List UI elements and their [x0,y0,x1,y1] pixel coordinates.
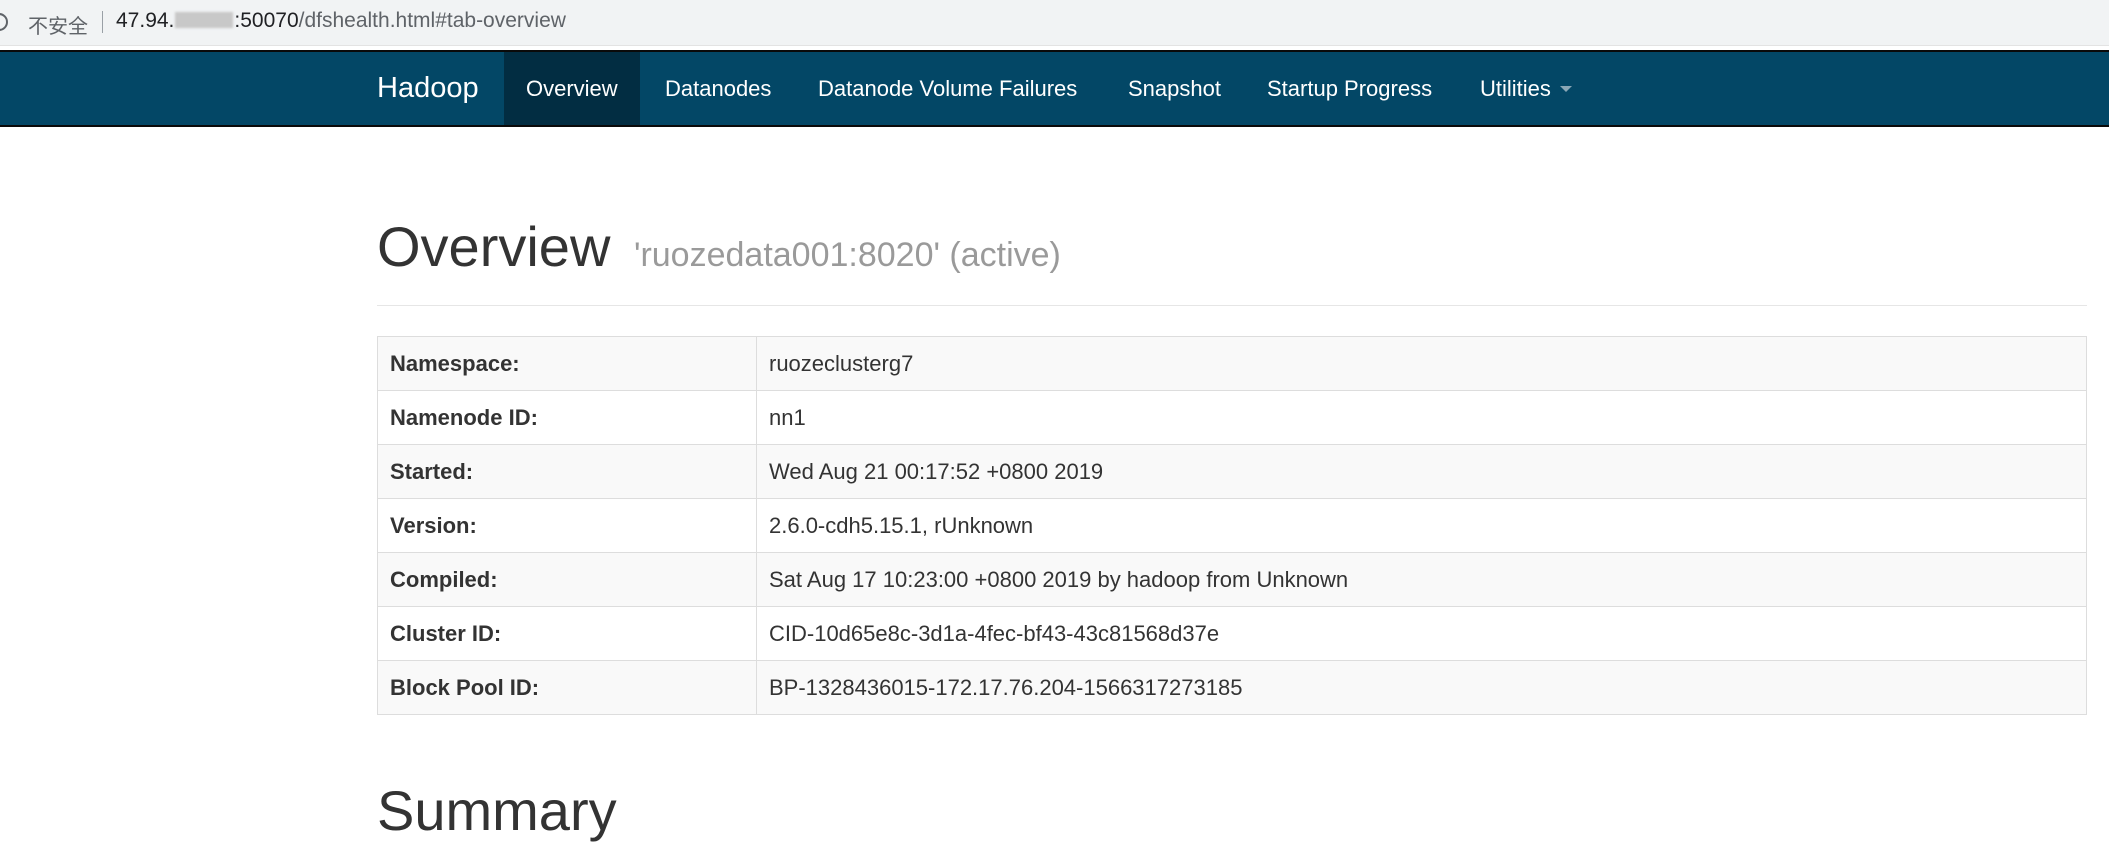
row-value: ruozeclusterg7 [756,336,2087,391]
nav-item-datanodes[interactable]: Datanodes [665,52,771,125]
title-divider [377,305,2087,306]
address-separator [102,11,103,33]
url-host-suffix: :50070 [234,9,299,32]
row-label: Namespace: [377,336,757,391]
nav-item-overview[interactable]: Overview [504,52,640,125]
row-value: Wed Aug 21 00:17:52 +0800 2019 [756,444,2087,499]
row-value: nn1 [756,390,2087,445]
url-field[interactable]: 47.94. :50070/dfshealth.html#tab-overview [116,9,566,33]
row-value: BP-1328436015-172.17.76.204-156631727318… [756,660,2087,715]
top-navbar: Hadoop Overview Datanodes Datanode Volum… [0,50,2109,127]
row-label: Version: [377,498,757,553]
url-path: /dfshealth.html#tab-overview [298,9,566,32]
row-label: Block Pool ID: [377,660,757,715]
page-title: Overview 'ruozedata001:8020' (active) [377,214,1061,288]
table-row: Version: 2.6.0-cdh5.15.1, rUnknown [377,498,2087,553]
nav-item-datanode-volume-failures[interactable]: Datanode Volume Failures [818,52,1077,125]
overview-table: Namespace: ruozeclusterg7 Namenode ID: n… [377,336,2087,715]
table-row: Cluster ID: CID-10d65e8c-3d1a-4fec-bf43-… [377,606,2087,661]
row-value: 2.6.0-cdh5.15.1, rUnknown [756,498,2087,553]
nav-item-snapshot[interactable]: Snapshot [1128,52,1221,125]
nav-item-utilities[interactable]: Utilities [1480,52,1572,125]
url-host-prefix: 47.94. [116,9,175,32]
brand-link[interactable]: Hadoop [377,52,479,125]
row-label: Started: [377,444,757,499]
table-row: Namespace: ruozeclusterg7 [377,336,2087,391]
row-label: Compiled: [377,552,757,607]
row-label: Cluster ID: [377,606,757,661]
row-label: Namenode ID: [377,390,757,445]
security-status-label[interactable]: 不安全 [28,10,88,39]
overview-title: Overview [377,215,611,278]
row-value: Sat Aug 17 10:23:00 +0800 2019 by hadoop… [756,552,2087,607]
redacted-ip-mask [175,12,234,28]
caret-down-icon [1559,86,1572,92]
table-row: Block Pool ID: BP-1328436015-172.17.76.2… [377,660,2087,715]
info-icon[interactable] [0,13,8,31]
row-value: CID-10d65e8c-3d1a-4fec-bf43-43c81568d37e [756,606,2087,661]
table-row: Compiled: Sat Aug 17 10:23:00 +0800 2019… [377,552,2087,607]
table-row: Started: Wed Aug 21 00:17:52 +0800 2019 [377,444,2087,499]
nav-item-startup-progress[interactable]: Startup Progress [1267,52,1432,125]
summary-heading: Summary [377,779,617,842]
browser-address-bar: 不安全 47.94. :50070/dfshealth.html#tab-over… [0,0,2109,46]
table-row: Namenode ID: nn1 [377,390,2087,445]
nav-item-utilities-label: Utilities [1480,76,1551,101]
namenode-address-subtitle: 'ruozedata001:8020' (active) [633,236,1061,274]
